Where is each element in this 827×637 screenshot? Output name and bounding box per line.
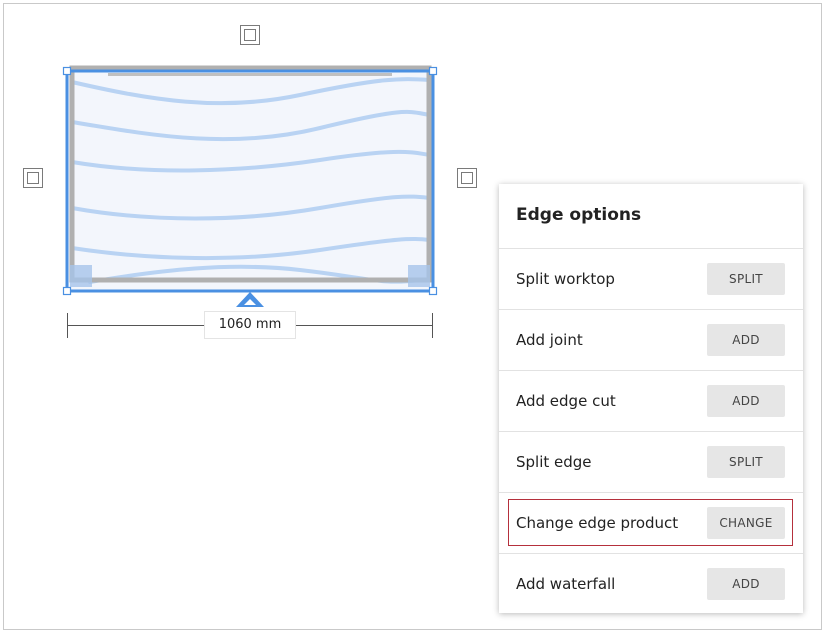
option-row-split-worktop: Split worktop SPLIT: [499, 249, 803, 310]
add-edge-cut-button[interactable]: ADD: [707, 385, 785, 417]
option-row-add-waterfall: Add waterfall ADD: [499, 554, 803, 615]
option-label: Add edge cut: [516, 392, 616, 410]
option-row-add-joint: Add joint ADD: [499, 310, 803, 371]
option-label: Add joint: [516, 331, 583, 349]
option-row-split-edge: Split edge SPLIT: [499, 432, 803, 493]
add-joint-button[interactable]: ADD: [707, 324, 785, 356]
option-row-add-edge-cut: Add edge cut ADD: [499, 371, 803, 432]
dimension-label: 1060 mm: [204, 311, 296, 339]
option-label: Split edge: [516, 453, 592, 471]
edge-options-panel: Edge options Split worktop SPLIT Add joi…: [499, 184, 803, 613]
split-edge-button[interactable]: SPLIT: [707, 446, 785, 478]
option-label: Split worktop: [516, 270, 615, 288]
add-waterfall-button[interactable]: ADD: [707, 568, 785, 600]
panel-title: Edge options: [499, 184, 803, 249]
option-label: Add waterfall: [516, 575, 616, 593]
option-row-change-edge-product: Change edge product CHANGE: [499, 493, 803, 554]
selected-edge-triangle-icon: [236, 292, 264, 307]
split-worktop-button[interactable]: SPLIT: [707, 263, 785, 295]
change-edge-product-button[interactable]: CHANGE: [707, 507, 785, 539]
option-label: Change edge product: [516, 514, 679, 532]
